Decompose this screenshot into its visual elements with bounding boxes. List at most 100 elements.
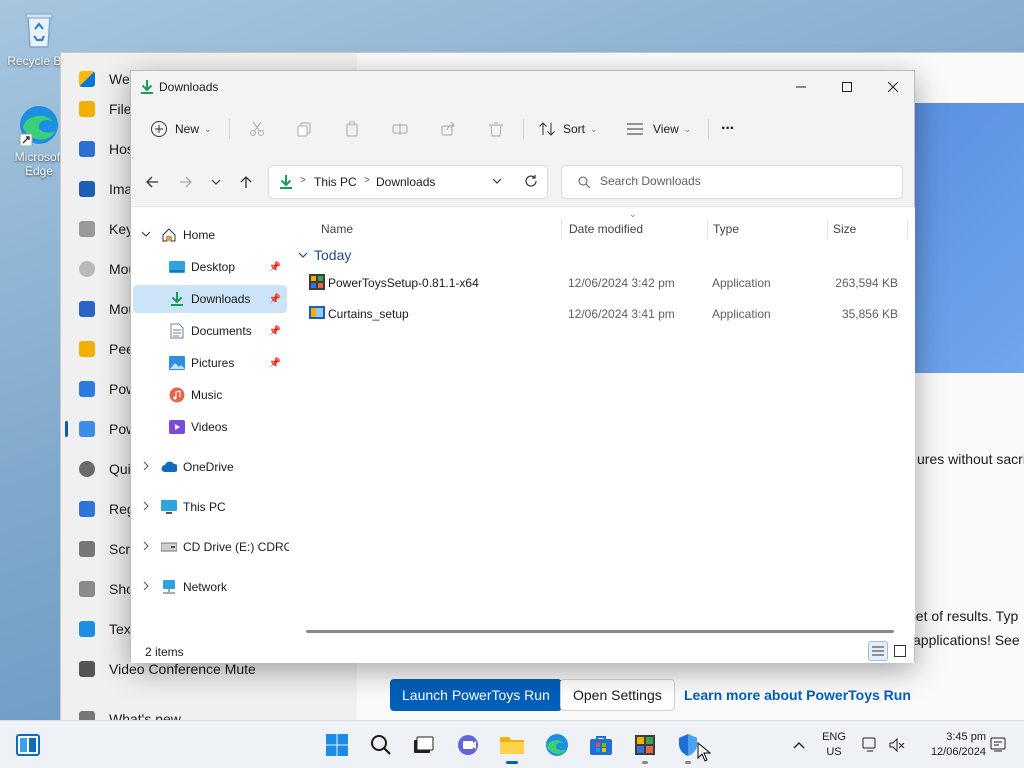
widgets-button[interactable] [8,729,48,761]
network-status-button[interactable] [858,729,884,761]
back-button[interactable] [141,171,163,193]
cloud-icon [161,459,177,475]
minimize-icon [796,86,806,88]
sort-icon [537,119,557,139]
minimize-button[interactable] [778,71,824,103]
breadcrumb-separator: > [364,175,370,186]
search-input[interactable] [600,174,890,188]
pin-icon[interactable]: 📌 [269,294,281,305]
pin-icon[interactable]: 📌 [269,358,281,369]
tiles-view-button[interactable] [890,641,910,661]
task-view-button[interactable] [403,729,443,761]
view-button[interactable]: View ⌄ [625,115,691,143]
shortcut-icon [79,581,95,597]
forward-button[interactable] [175,171,197,193]
column-divider[interactable] [827,219,828,239]
share-button[interactable] [438,115,458,143]
volume-button[interactable] [884,729,910,761]
sort-button[interactable]: Sort ⌄ [537,115,598,143]
chevron-right-icon[interactable] [141,541,151,554]
nav-item-documents[interactable]: Documents 📌 [133,317,287,345]
language-indicator[interactable]: ENG US [816,730,852,760]
group-header-today[interactable]: Today [297,245,351,265]
nav-item-cd-drive[interactable]: CD Drive (E:) CDROM [133,533,289,561]
more-options-button[interactable]: ··· [721,115,735,143]
toolbar-divider [708,119,709,139]
description-text: applications! See [913,632,1020,648]
nav-item-home[interactable]: Home [133,221,287,249]
recent-locations-button[interactable] [205,171,227,193]
pictures-icon [169,355,185,371]
file-icon [79,101,95,117]
up-button[interactable] [235,171,257,193]
breadcrumb-this-pc[interactable]: This PC [314,175,357,189]
horizontal-scrollbar[interactable] [306,630,894,633]
shield-icon [679,734,697,756]
downloads-icon [278,174,294,193]
address-box[interactable]: > This PC > Downloads [268,165,548,199]
show-hidden-icons-button[interactable] [782,729,816,761]
refresh-button[interactable] [524,174,538,191]
delete-button[interactable] [486,115,506,143]
start-button[interactable] [317,729,357,761]
title-bar[interactable]: Downloads [131,71,914,103]
close-button[interactable] [870,71,916,103]
cut-button[interactable] [247,115,267,143]
pin-icon[interactable]: 📌 [269,262,281,273]
chat-button[interactable] [448,729,488,761]
chevron-right-icon[interactable] [141,501,151,514]
nav-item-downloads[interactable]: Downloads 📌 [133,285,287,313]
column-header-name[interactable]: Name [321,217,353,241]
learn-more-link[interactable]: Learn more about PowerToys Run [672,679,923,711]
paste-button[interactable] [342,115,362,143]
nav-item-network[interactable]: Network [133,573,287,601]
arrow-left-icon [146,176,158,188]
column-header-date-modified[interactable]: Date modified [569,217,643,241]
pin-icon[interactable]: 📌 [269,326,281,337]
nav-item-music[interactable]: Music [133,381,287,409]
file-date: 12/06/2024 3:42 pm [568,276,675,290]
search-icon [578,176,591,192]
file-row-curtains-setup[interactable]: Curtains_setup 12/06/2024 3:41 pm Applic… [300,299,900,327]
file-row-powertoys-setup[interactable]: PowerToysSetup-0.81.1-x64 12/06/2024 3:4… [300,268,900,296]
chevron-down-icon [211,179,221,185]
breadcrumb-downloads[interactable]: Downloads [376,175,435,189]
copy-button[interactable] [294,115,314,143]
column-divider[interactable] [561,219,562,239]
file-type: Application [712,307,771,321]
new-button[interactable]: New ⌄ [149,115,212,143]
chevron-right-icon[interactable] [141,461,151,474]
document-icon [169,323,185,339]
column-divider[interactable] [907,219,908,239]
nav-item-desktop[interactable]: Desktop 📌 [133,253,287,281]
address-dropdown-button[interactable] [491,175,503,190]
column-divider[interactable] [707,219,708,239]
column-header-size[interactable]: Size [833,217,856,241]
store-button[interactable] [581,729,621,761]
nav-item-pictures[interactable]: Pictures 📌 [133,349,287,377]
volume-muted-icon [889,737,905,753]
details-view-button[interactable] [868,641,888,661]
clock[interactable]: 3:45 pm 12/06/2024 [916,730,986,760]
launch-powertoys-run-button[interactable]: Launch PowerToys Run [390,679,562,711]
powertoys-taskbar-button[interactable] [625,729,665,764]
edge-taskbar-button[interactable] [537,729,577,761]
maximize-button[interactable] [824,71,870,103]
file-row-powertoys-setup[interactable] [301,339,901,367]
widgets-icon [16,734,40,756]
chevron-down-icon: ⌄ [590,123,598,134]
nav-item-videos[interactable]: Videos [133,413,287,441]
chevron-right-icon[interactable] [141,581,151,594]
rename-button[interactable] [390,115,410,143]
music-icon [169,387,185,403]
chevron-up-icon [793,742,805,749]
column-header-type[interactable]: Type [713,217,739,241]
nav-item-onedrive[interactable]: OneDrive [133,453,287,481]
window-title: Downloads [159,80,219,94]
open-settings-button[interactable]: Open Settings [560,679,675,711]
close-icon [888,82,898,92]
nav-item-this-pc[interactable]: This PC [133,493,287,521]
notifications-button[interactable] [986,729,1010,761]
search-button[interactable] [361,729,401,761]
file-explorer-taskbar-button[interactable] [492,729,532,764]
